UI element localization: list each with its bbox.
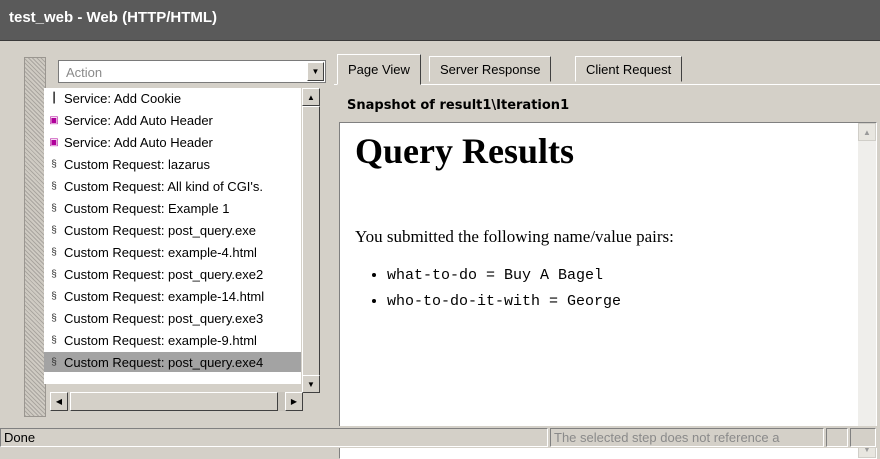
scroll-down-icon[interactable]: ▼ <box>302 375 320 393</box>
header-icon: ▣ <box>49 136 59 148</box>
window-titlebar: test_web - Web (HTTP/HTML) <box>0 0 880 41</box>
scroll-up-icon[interactable]: ▲ <box>858 123 876 141</box>
scroll-right-icon[interactable]: ▶ <box>285 392 303 411</box>
list-item[interactable]: § Custom Request: All kind of CGI's. <box>44 176 301 196</box>
list-item-label: Service: Add Cookie <box>64 90 182 106</box>
window-title: test_web - Web (HTTP/HTML) <box>9 9 218 26</box>
scroll-left-icon[interactable]: ◀ <box>50 392 68 411</box>
steps-vertical-scrollbar[interactable]: ▲ ▼ <box>302 88 320 393</box>
request-icon: § <box>51 202 57 214</box>
list-item-label: Custom Request: example-4.html <box>64 244 257 260</box>
list-item[interactable]: § Custom Request: lazarus <box>44 154 301 174</box>
list-item-label: Service: Add Auto Header <box>64 134 213 150</box>
snapshot-title: Snapshot of result1\Iteration1 <box>347 98 570 113</box>
list-item-label: Custom Request: lazarus <box>64 156 210 172</box>
header-icon: ▣ <box>49 114 59 126</box>
tab-client-request[interactable]: Client Request <box>575 56 683 82</box>
steps-panel: Action ▼ ┃ Service: Add Cookie ▣ Service… <box>6 51 327 423</box>
snapshot-panel: Page View Server Response Client Request… <box>334 51 880 459</box>
cookie-icon: ┃ <box>50 92 58 104</box>
list-item-label: Custom Request: example-9.html <box>64 332 257 348</box>
request-icon: § <box>51 246 57 258</box>
tab-page-view[interactable]: Page View <box>337 54 421 85</box>
status-bar: Done The selected step does not referenc… <box>0 426 880 448</box>
request-icon: § <box>51 334 57 346</box>
request-icon: § <box>51 268 57 280</box>
list-item[interactable]: ▣ Service: Add Auto Header <box>44 132 301 152</box>
status-pane <box>850 428 876 447</box>
list-item-label: Custom Request: post_query.exe4 <box>64 354 264 370</box>
list-item-label: Custom Request: Example 1 <box>64 200 230 216</box>
request-icon: § <box>51 312 57 324</box>
tab-server-response[interactable]: Server Response <box>429 56 552 82</box>
steps-list[interactable]: ┃ Service: Add Cookie ▣ Service: Add Aut… <box>44 88 301 384</box>
chevron-down-icon[interactable]: ▼ <box>307 62 324 81</box>
list-item[interactable]: § Custom Request: example-4.html <box>44 242 301 262</box>
request-icon: § <box>51 158 57 170</box>
status-text: Done <box>0 428 548 447</box>
request-icon: § <box>51 356 57 368</box>
list-item: who-to-do-it-with = George <box>387 289 621 315</box>
list-item-label: Custom Request: post_query.exe <box>64 222 256 238</box>
list-item[interactable]: § Custom Request: post_query.exe2 <box>44 264 301 284</box>
action-combobox-value: Action <box>66 65 103 80</box>
list-item[interactable]: § Custom Request: example-9.html <box>44 330 301 350</box>
list-item[interactable]: ┃ Service: Add Cookie <box>44 88 301 108</box>
pairs-list: what-to-do = Buy A Bagel who-to-do-it-wi… <box>355 263 621 315</box>
list-item[interactable]: § Custom Request: post_query.exe3 <box>44 308 301 328</box>
page-vertical-scrollbar[interactable]: ▲ ▼ <box>858 123 876 458</box>
list-item-selected[interactable]: § Custom Request: post_query.exe4 <box>44 352 301 372</box>
steps-horizontal-scrollbar[interactable]: ◀ ▶ <box>50 392 303 411</box>
list-item[interactable]: § Custom Request: example-14.html <box>44 286 301 306</box>
page-heading: Query Results <box>355 131 574 171</box>
action-combobox[interactable]: Action ▼ <box>58 60 326 83</box>
list-item-label: Service: Add Auto Header <box>64 112 213 128</box>
status-pane <box>826 428 848 447</box>
request-icon: § <box>51 224 57 236</box>
page-content: Query Results You submitted the followin… <box>340 123 852 458</box>
list-item[interactable]: § Custom Request: post_query.exe <box>44 220 301 240</box>
scroll-thumb[interactable] <box>302 106 320 378</box>
request-icon: § <box>51 290 57 302</box>
page-intro: You submitted the following name/value p… <box>355 227 674 246</box>
list-item[interactable]: § Custom Request: Example 1 <box>44 198 301 218</box>
scroll-thumb[interactable] <box>70 392 278 411</box>
list-item[interactable]: ▣ Service: Add Auto Header <box>44 110 301 130</box>
page-view-browser[interactable]: Query Results You submitted the followin… <box>339 122 877 459</box>
list-item-label: Custom Request: post_query.exe3 <box>64 310 264 326</box>
list-item-label: Custom Request: example-14.html <box>64 288 265 304</box>
list-item-label: Custom Request: post_query.exe2 <box>64 266 264 282</box>
request-icon: § <box>51 180 57 192</box>
status-message: The selected step does not reference a <box>550 428 824 447</box>
list-item: what-to-do = Buy A Bagel <box>387 263 621 289</box>
panel-gutter <box>24 57 46 417</box>
list-item-label: Custom Request: All kind of CGI's. <box>64 178 264 194</box>
scroll-up-icon[interactable]: ▲ <box>302 88 320 106</box>
